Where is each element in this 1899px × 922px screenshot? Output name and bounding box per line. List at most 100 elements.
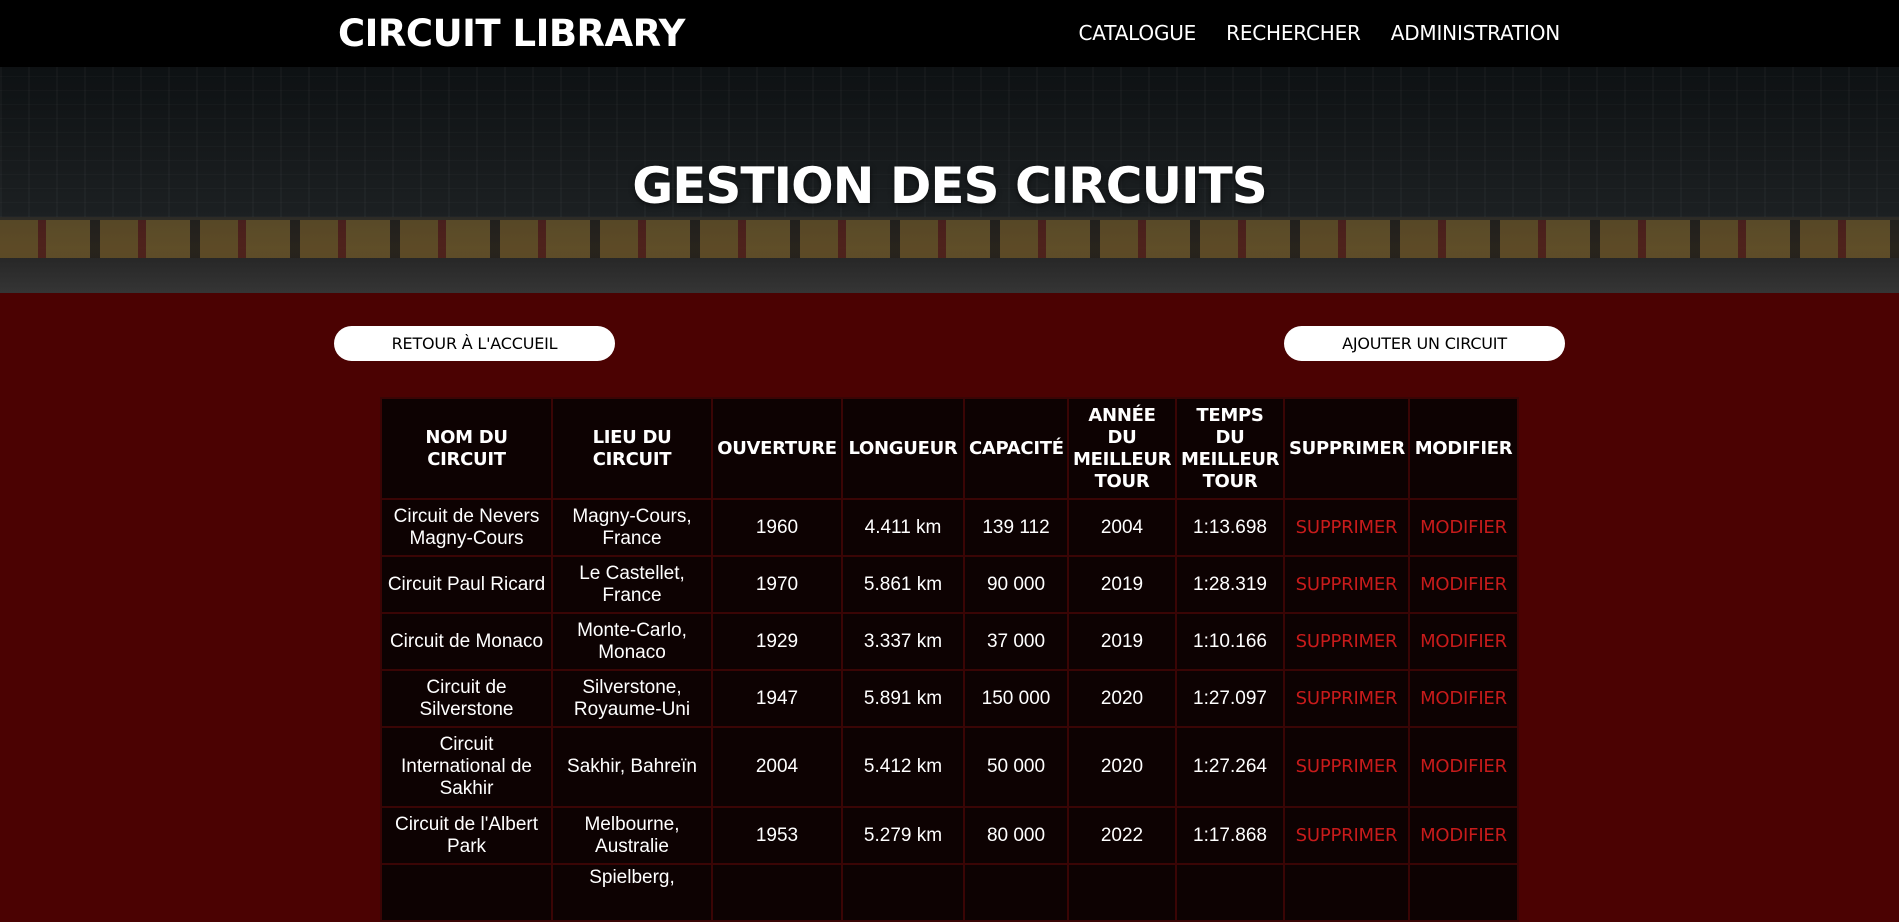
circuit-location-cell: Monte-Carlo, Monaco <box>551 612 713 671</box>
length-cell <box>841 863 965 922</box>
table-row: Circuit de Nevers Magny-Cours Magny-Cour… <box>380 498 1519 557</box>
opening-year-cell: 1947 <box>711 669 843 728</box>
best-lap-time-cell: 1:28.319 <box>1175 555 1285 614</box>
edit-link[interactable]: MODIFIER <box>1420 574 1507 595</box>
hero-banner: GESTION DES CIRCUITS <box>0 67 1899 293</box>
table-row: Spielberg, <box>380 863 1519 922</box>
delete-cell: SUPPRIMER <box>1283 726 1410 808</box>
table-row: Circuit Paul Ricard Le Castellet, France… <box>380 555 1519 614</box>
opening-year-cell: 1929 <box>711 612 843 671</box>
delete-link[interactable]: SUPPRIMER <box>1296 631 1398 652</box>
delete-cell: SUPPRIMER <box>1283 806 1410 865</box>
edit-cell <box>1408 863 1519 922</box>
best-lap-year-cell <box>1067 863 1177 922</box>
table-header-row: NOM DU CIRCUIT LIEU DU CIRCUIT OUVERTURE… <box>380 397 1519 500</box>
capacity-cell: 139 112 <box>963 498 1069 557</box>
circuits-table-container: NOM DU CIRCUIT LIEU DU CIRCUIT OUVERTURE… <box>380 397 1519 922</box>
column-header-best-lap-time: TEMPS DU MEILLEUR TOUR <box>1175 397 1285 500</box>
best-lap-year-cell: 2022 <box>1067 806 1177 865</box>
circuit-name-cell: Circuit de Nevers Magny-Cours <box>380 498 553 557</box>
delete-cell: SUPPRIMER <box>1283 555 1410 614</box>
delete-link[interactable]: SUPPRIMER <box>1296 517 1398 538</box>
table-row: Circuit de Monaco Monte-Carlo, Monaco 19… <box>380 612 1519 671</box>
edit-link[interactable]: MODIFIER <box>1420 825 1507 846</box>
best-lap-time-cell <box>1175 863 1285 922</box>
delete-link[interactable]: SUPPRIMER <box>1296 825 1398 846</box>
back-to-home-button[interactable]: RETOUR À L'ACCUEIL <box>334 326 615 361</box>
delete-link[interactable]: SUPPRIMER <box>1296 688 1398 709</box>
edit-cell: MODIFIER <box>1408 726 1519 808</box>
nav-link-administration[interactable]: ADMINISTRATION <box>1391 21 1560 45</box>
delete-cell <box>1283 863 1410 922</box>
circuit-location-cell: Spielberg, <box>551 863 713 922</box>
column-header-edit: MODIFIER <box>1408 397 1519 500</box>
circuit-location-cell: Melbourne, Australie <box>551 806 713 865</box>
edit-link[interactable]: MODIFIER <box>1420 756 1507 777</box>
best-lap-year-cell: 2019 <box>1067 612 1177 671</box>
page-title: GESTION DES CIRCUITS <box>632 157 1268 215</box>
main-nav: CATALOGUE RECHERCHER ADMINISTRATION <box>1079 21 1561 45</box>
best-lap-year-cell: 2004 <box>1067 498 1177 557</box>
opening-year-cell: 2004 <box>711 726 843 808</box>
column-header-name: NOM DU CIRCUIT <box>380 397 553 500</box>
column-header-opening: OUVERTURE <box>711 397 843 500</box>
best-lap-time-cell: 1:17.868 <box>1175 806 1285 865</box>
column-header-length: LONGUEUR <box>841 397 965 500</box>
circuit-location-cell: Silverstone, Royaume-Uni <box>551 669 713 728</box>
best-lap-time-cell: 1:27.097 <box>1175 669 1285 728</box>
opening-year-cell: 1953 <box>711 806 843 865</box>
capacity-cell: 50 000 <box>963 726 1069 808</box>
edit-cell: MODIFIER <box>1408 612 1519 671</box>
circuit-name-cell: Circuit de Silverstone <box>380 669 553 728</box>
length-cell: 5.861 km <box>841 555 965 614</box>
circuit-location-cell: Sakhir, Bahreïn <box>551 726 713 808</box>
length-cell: 4.411 km <box>841 498 965 557</box>
best-lap-time-cell: 1:10.166 <box>1175 612 1285 671</box>
best-lap-year-cell: 2020 <box>1067 669 1177 728</box>
capacity-cell <box>963 863 1069 922</box>
length-cell: 5.891 km <box>841 669 965 728</box>
edit-cell: MODIFIER <box>1408 498 1519 557</box>
delete-link[interactable]: SUPPRIMER <box>1296 574 1398 595</box>
length-cell: 3.337 km <box>841 612 965 671</box>
best-lap-year-cell: 2020 <box>1067 726 1177 808</box>
capacity-cell: 37 000 <box>963 612 1069 671</box>
column-header-location: LIEU DU CIRCUIT <box>551 397 713 500</box>
edit-link[interactable]: MODIFIER <box>1420 688 1507 709</box>
circuit-name-cell: Circuit de Monaco <box>380 612 553 671</box>
circuit-location-cell: Le Castellet, France <box>551 555 713 614</box>
edit-link[interactable]: MODIFIER <box>1420 631 1507 652</box>
capacity-cell: 150 000 <box>963 669 1069 728</box>
column-header-capacity: CAPACITÉ <box>963 397 1069 500</box>
opening-year-cell <box>711 863 843 922</box>
length-cell: 5.412 km <box>841 726 965 808</box>
edit-cell: MODIFIER <box>1408 806 1519 865</box>
delete-cell: SUPPRIMER <box>1283 612 1410 671</box>
add-circuit-button[interactable]: AJOUTER UN CIRCUIT <box>1284 326 1565 361</box>
nav-link-rechercher[interactable]: RECHERCHER <box>1226 21 1361 45</box>
column-header-best-lap-year: ANNÉE DU MEILLEUR TOUR <box>1067 397 1177 500</box>
circuit-name-cell: Circuit Paul Ricard <box>380 555 553 614</box>
edit-cell: MODIFIER <box>1408 555 1519 614</box>
capacity-cell: 80 000 <box>963 806 1069 865</box>
nav-link-catalogue[interactable]: CATALOGUE <box>1079 21 1197 45</box>
edit-cell: MODIFIER <box>1408 669 1519 728</box>
best-lap-time-cell: 1:27.264 <box>1175 726 1285 808</box>
circuit-location-cell: Magny-Cours, France <box>551 498 713 557</box>
table-row: Circuit International de Sakhir Sakhir, … <box>380 726 1519 808</box>
best-lap-year-cell: 2019 <box>1067 555 1177 614</box>
delete-cell: SUPPRIMER <box>1283 498 1410 557</box>
column-header-delete: SUPPRIMER <box>1283 397 1410 500</box>
delete-link[interactable]: SUPPRIMER <box>1296 756 1398 777</box>
edit-link[interactable]: MODIFIER <box>1420 517 1507 538</box>
circuits-table: NOM DU CIRCUIT LIEU DU CIRCUIT OUVERTURE… <box>380 397 1519 922</box>
best-lap-time-cell: 1:13.698 <box>1175 498 1285 557</box>
delete-cell: SUPPRIMER <box>1283 669 1410 728</box>
capacity-cell: 90 000 <box>963 555 1069 614</box>
site-brand[interactable]: CIRCUIT LIBRARY <box>338 12 685 55</box>
circuit-name-cell: Circuit International de Sakhir <box>380 726 553 808</box>
opening-year-cell: 1970 <box>711 555 843 614</box>
opening-year-cell: 1960 <box>711 498 843 557</box>
table-row: Circuit de Silverstone Silverstone, Roya… <box>380 669 1519 728</box>
circuit-name-cell <box>380 863 553 922</box>
